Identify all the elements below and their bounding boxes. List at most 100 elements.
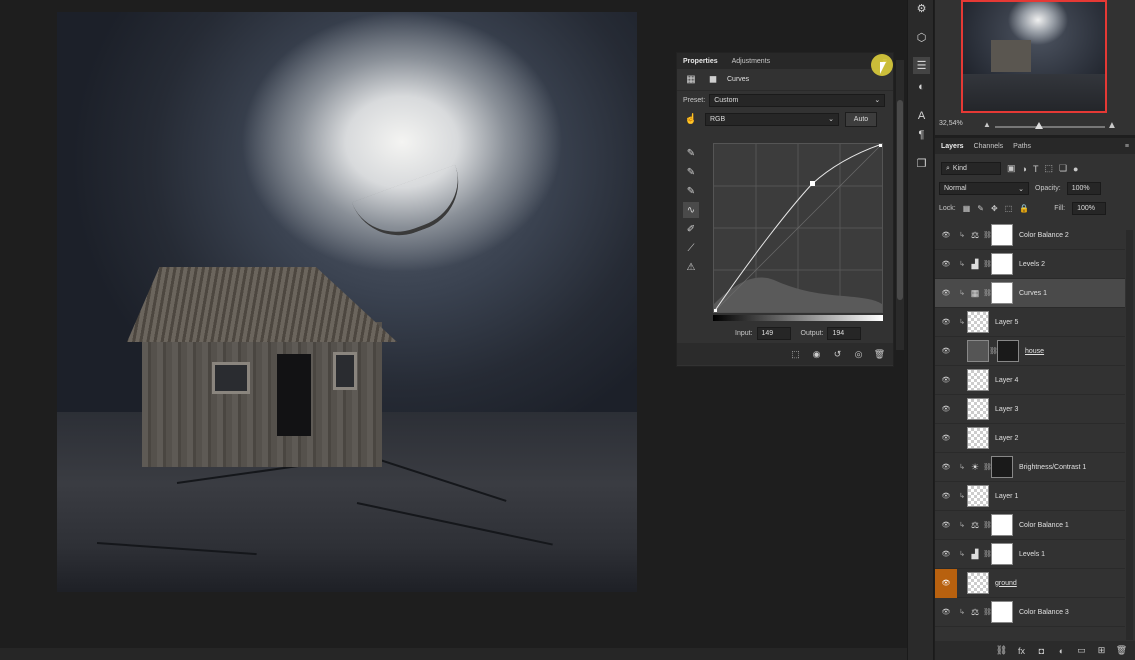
mask-link-icon[interactable]: ⛓	[983, 260, 992, 268]
tab-channels[interactable]: Channels	[974, 143, 1004, 150]
mask-link-icon[interactable]: ⛓	[983, 550, 992, 558]
layer-name[interactable]: Curves 1	[1019, 290, 1047, 297]
curves-graph[interactable]	[713, 143, 883, 313]
lock-position-icon[interactable]: ✥	[991, 204, 998, 213]
layers-scrollbar[interactable]	[1126, 230, 1133, 640]
layers-icon[interactable]: ❐	[913, 155, 930, 172]
zoom-in-icon[interactable]: ▲	[1107, 120, 1117, 131]
view-previous-icon[interactable]: ◉	[809, 347, 824, 362]
visibility-eye-icon[interactable]: 👁	[935, 568, 957, 598]
filter-smart-object-icon[interactable]: ❏	[1059, 163, 1067, 174]
visibility-eye-icon[interactable]: 👁	[935, 308, 957, 337]
gray-point-eyedropper-icon[interactable]: ✎	[683, 164, 699, 180]
new-group-icon[interactable]: ▭	[1074, 643, 1089, 658]
mask-link-icon[interactable]: ⛓	[983, 463, 992, 471]
visibility-eye-icon[interactable]: 👁	[935, 453, 957, 482]
filter-shape-icon[interactable]: ⬚	[1044, 163, 1053, 174]
layer-row[interactable]: 👁 ↳ ☀ ⛓ Brightness/Contrast 1	[935, 453, 1125, 482]
layer-thumbnail[interactable]	[967, 427, 989, 449]
layer-row[interactable]: 👁 ↳ ▟ ⛓ Levels 2	[935, 250, 1125, 279]
visibility-eye-icon[interactable]: 👁	[935, 511, 957, 540]
artwork-image[interactable]	[57, 12, 637, 592]
tab-paths[interactable]: Paths	[1013, 143, 1031, 150]
delete-icon[interactable]: 🗑	[872, 347, 887, 362]
visibility-icon[interactable]: ◎	[851, 347, 866, 362]
black-point-eyedropper-icon[interactable]: ✎	[683, 145, 699, 161]
layer-row[interactable]: 👁 ↳ ▟ ⛓ Levels 1	[935, 540, 1125, 569]
layer-thumbnail[interactable]	[967, 398, 989, 420]
lock-all-icon[interactable]: 🔒	[1019, 204, 1029, 213]
visibility-eye-icon[interactable]: 👁	[935, 395, 957, 424]
zoom-out-icon[interactable]: ▲	[983, 120, 991, 129]
visibility-eye-icon[interactable]: 👁	[935, 598, 957, 627]
character-icon[interactable]: A	[913, 107, 930, 124]
curve-endpoint[interactable]	[879, 144, 882, 147]
paragraph-icon[interactable]: ¶	[913, 126, 930, 143]
zoom-level[interactable]: 32,54%	[939, 120, 963, 127]
layer-mask-thumbnail[interactable]	[997, 340, 1019, 362]
layer-mask-thumbnail[interactable]	[991, 282, 1013, 304]
tab-layers[interactable]: Layers	[941, 143, 964, 150]
targeted-adjustment-icon[interactable]: ☝	[683, 111, 699, 127]
pencil-draw-icon[interactable]: ✐	[683, 221, 699, 237]
new-adjustment-icon[interactable]: ◐	[1054, 643, 1069, 658]
lock-transparent-icon[interactable]: ▦	[963, 204, 971, 213]
input-field[interactable]: 149	[756, 327, 791, 340]
layer-row[interactable]: 👁 ↳ Layer 5	[935, 308, 1125, 337]
layer-mask-icon[interactable]: ◼	[705, 72, 721, 88]
layer-thumbnail[interactable]	[967, 369, 989, 391]
mask-link-icon[interactable]: ⛓	[983, 608, 992, 616]
3d-cube-icon[interactable]: ⬡	[913, 29, 930, 46]
sliders-icon[interactable]: ⚙	[913, 0, 930, 17]
preset-select[interactable]: Custom ⌄	[709, 93, 886, 107]
layer-name[interactable]: Brightness/Contrast 1	[1019, 464, 1086, 471]
navigator-preview[interactable]	[961, 0, 1107, 113]
layer-row[interactable]: 👁 ↳ ⚖ ⛓ Color Balance 1	[935, 511, 1125, 540]
layer-row[interactable]: 👁 ⛓ house	[935, 337, 1125, 366]
layer-name[interactable]: ground	[995, 580, 1017, 587]
tab-properties[interactable]: Properties	[683, 58, 718, 65]
layer-name[interactable]: Levels 1	[1019, 551, 1045, 558]
layer-thumbnail[interactable]	[967, 340, 989, 362]
layer-name[interactable]: Layer 3	[995, 406, 1018, 413]
layer-name[interactable]: Layer 4	[995, 377, 1018, 384]
channel-select[interactable]: RGB ⌄	[705, 112, 839, 126]
curve-control-point[interactable]	[810, 181, 815, 186]
visibility-eye-icon[interactable]: 👁	[935, 337, 957, 366]
layer-mask-thumbnail[interactable]	[991, 253, 1013, 275]
mask-link-icon[interactable]: ⛓	[989, 347, 998, 355]
visibility-eye-icon[interactable]: 👁	[935, 424, 957, 453]
add-mask-icon[interactable]: ◘	[1034, 643, 1049, 658]
layer-name[interactable]: Color Balance 1	[1019, 522, 1069, 529]
layer-name[interactable]: Layer 2	[995, 435, 1018, 442]
kind-filter[interactable]: ⌕ Kind	[941, 162, 1001, 175]
layer-thumbnail[interactable]	[967, 485, 989, 507]
layer-row[interactable]: 👁 ground	[935, 568, 1125, 598]
mask-link-icon[interactable]: ⛓	[983, 231, 992, 239]
filter-type-icon[interactable]: T	[1033, 164, 1039, 174]
layer-row[interactable]: 👁 Layer 4	[935, 366, 1125, 395]
layer-mask-thumbnail[interactable]	[991, 456, 1013, 478]
layer-mask-thumbnail[interactable]	[991, 224, 1013, 246]
lock-image-icon[interactable]: ✎	[977, 204, 984, 213]
clip-to-layer-icon[interactable]: ⬚	[788, 347, 803, 362]
layer-row[interactable]: 👁 ↳ ⚖ ⛓ Color Balance 3	[935, 598, 1125, 627]
visibility-eye-icon[interactable]: 👁	[935, 221, 957, 250]
mask-link-icon[interactable]: ⛓	[983, 289, 992, 297]
layer-thumbnail[interactable]	[967, 311, 989, 333]
properties-scrollbar[interactable]	[896, 60, 904, 350]
reset-icon[interactable]: ↺	[830, 347, 845, 362]
link-layers-icon[interactable]: ⛓	[994, 643, 1009, 658]
visibility-eye-icon[interactable]: 👁	[935, 482, 957, 511]
visibility-eye-icon[interactable]: 👁	[935, 279, 957, 308]
layer-mask-thumbnail[interactable]	[991, 601, 1013, 623]
adjustments-icon[interactable]: ◐	[913, 78, 930, 95]
clipping-warning-icon[interactable]: ⚠	[683, 259, 699, 275]
layer-row[interactable]: 👁 ↳ Layer 1	[935, 482, 1125, 511]
blend-mode-select[interactable]: Normal ⌄	[939, 182, 1029, 195]
layer-mask-thumbnail[interactable]	[991, 543, 1013, 565]
fx-icon[interactable]: fx	[1014, 643, 1029, 658]
layer-name[interactable]: Layer 5	[995, 319, 1018, 326]
layer-mask-thumbnail[interactable]	[991, 514, 1013, 536]
layer-row[interactable]: 👁 ↳ ⚖ ⛓ Color Balance 2	[935, 221, 1125, 250]
